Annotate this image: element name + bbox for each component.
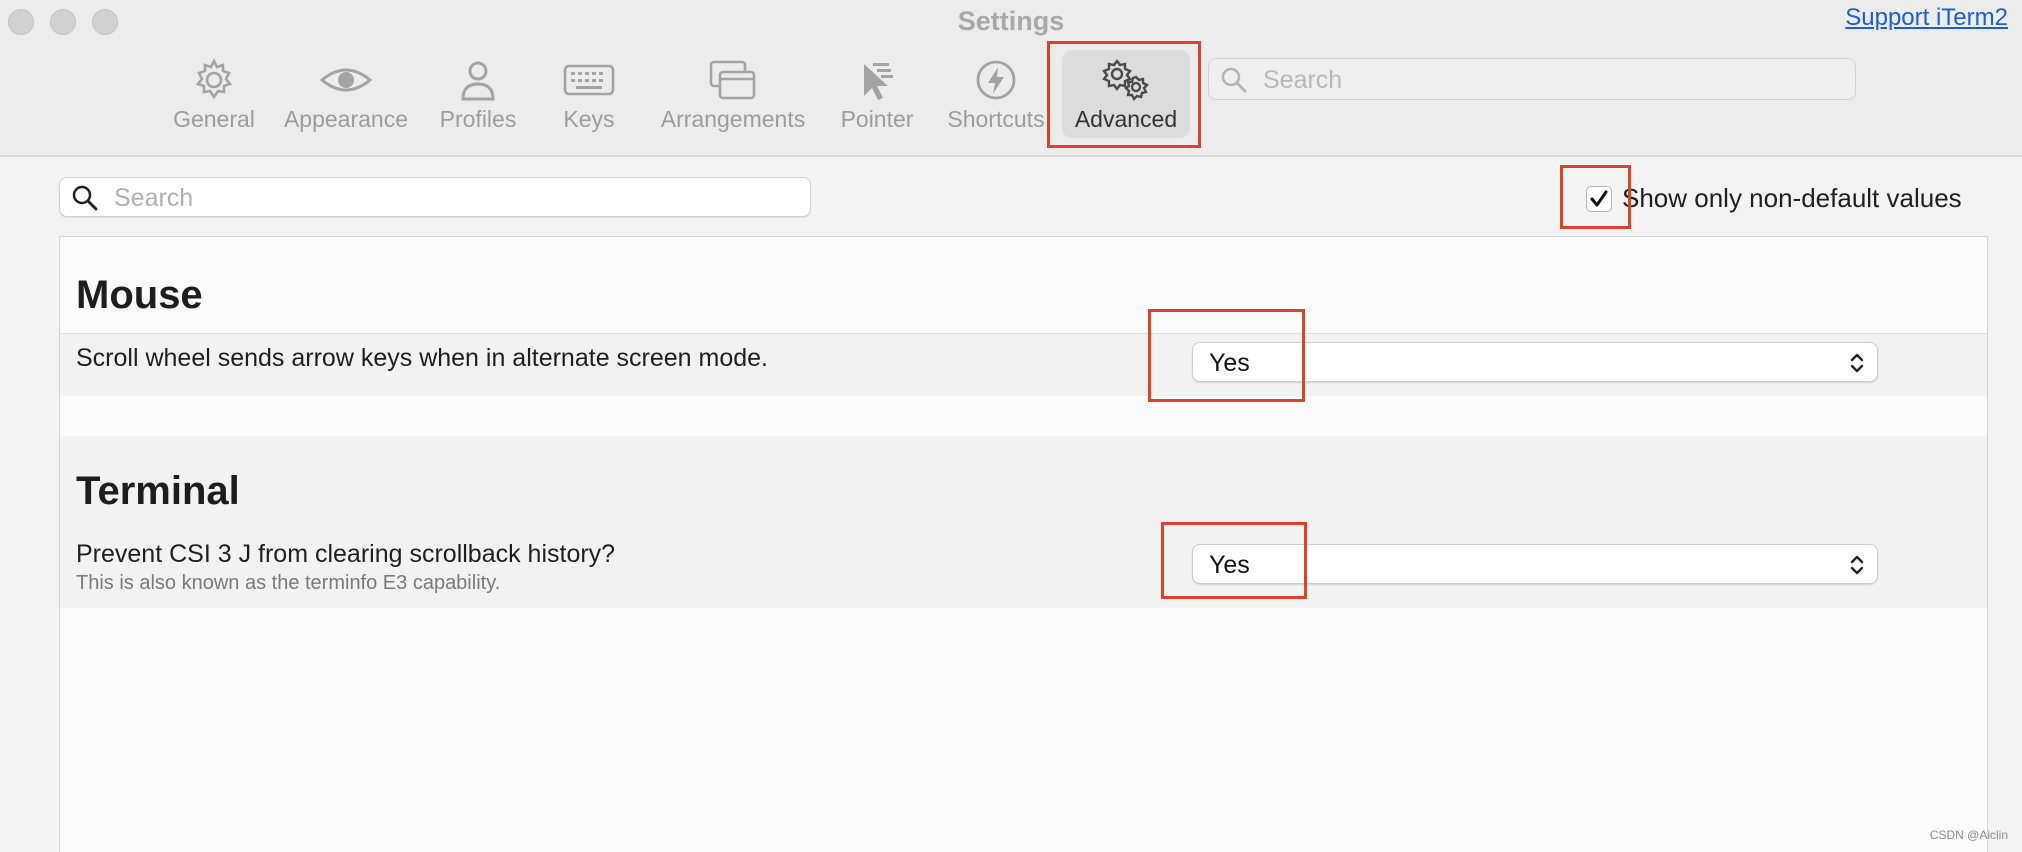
- tab-shortcuts[interactable]: Shortcuts: [944, 52, 1048, 142]
- section-title-terminal: Terminal: [76, 469, 240, 513]
- show-non-default-label: Show only non-default values: [1622, 183, 1962, 213]
- watermark: CSDN @Aiclin: [1929, 828, 2008, 842]
- setting-description: This is also known as the terminfo E3 ca…: [76, 572, 501, 594]
- eye-icon: [319, 68, 373, 92]
- tab-profiles[interactable]: Profiles: [432, 52, 524, 142]
- section-header-band: [60, 436, 1987, 530]
- advanced-search-input[interactable]: Search: [59, 177, 811, 217]
- search-placeholder: Search: [1263, 66, 1343, 94]
- tab-general[interactable]: General: [168, 52, 260, 142]
- tab-label: Pointer: [840, 106, 914, 132]
- highlight-box: [1148, 309, 1305, 402]
- window-toolbar: Settings Support iTerm2 General Appearan…: [0, 0, 2022, 157]
- person-icon: [461, 61, 495, 101]
- tab-label: Profiles: [439, 106, 517, 132]
- tab-label: Arrangements: [660, 106, 806, 132]
- tab-pointer[interactable]: Pointer: [834, 52, 920, 142]
- section-title-mouse: Mouse: [76, 273, 203, 317]
- tab-label: Appearance: [283, 106, 409, 132]
- highlight-box: [1161, 522, 1307, 599]
- tab-keys[interactable]: Keys: [556, 52, 622, 142]
- search-placeholder: Search: [114, 184, 194, 212]
- pointer-icon: [864, 63, 893, 100]
- search-icon: [72, 185, 98, 211]
- highlight-box: [1047, 41, 1201, 148]
- lightning-icon: [976, 60, 1016, 100]
- keyboard-icon: [563, 64, 615, 96]
- support-link[interactable]: Support iTerm2: [1845, 4, 2008, 32]
- window-title: Settings: [957, 6, 1065, 36]
- setting-row: Scroll wheel sends arrow keys when in al…: [60, 334, 1987, 396]
- up-down-chevron-icon: [1850, 555, 1864, 575]
- windows-icon: [709, 60, 756, 100]
- tab-arrangements[interactable]: Arrangements: [656, 52, 810, 142]
- tab-label: Shortcuts: [947, 106, 1045, 132]
- settings-panel: Mouse Scroll wheel sends arrow keys when…: [59, 236, 1988, 852]
- tab-label: General: [173, 106, 255, 132]
- gear-icon: [195, 58, 233, 100]
- setting-row: Prevent CSI 3 J from clearing scrollback…: [60, 530, 1987, 608]
- setting-label: Scroll wheel sends arrow keys when in al…: [76, 344, 769, 372]
- tab-appearance[interactable]: Appearance: [280, 52, 412, 142]
- highlight-box: [1560, 165, 1631, 229]
- show-non-default-toggle[interactable]: Show only non-default values: [1586, 183, 1962, 214]
- tab-label: Keys: [563, 106, 615, 132]
- setting-label: Prevent CSI 3 J from clearing scrollback…: [76, 540, 616, 568]
- search-icon: [1221, 67, 1247, 93]
- up-down-chevron-icon: [1850, 353, 1864, 373]
- toolbar-search-input[interactable]: Search: [1208, 58, 1856, 100]
